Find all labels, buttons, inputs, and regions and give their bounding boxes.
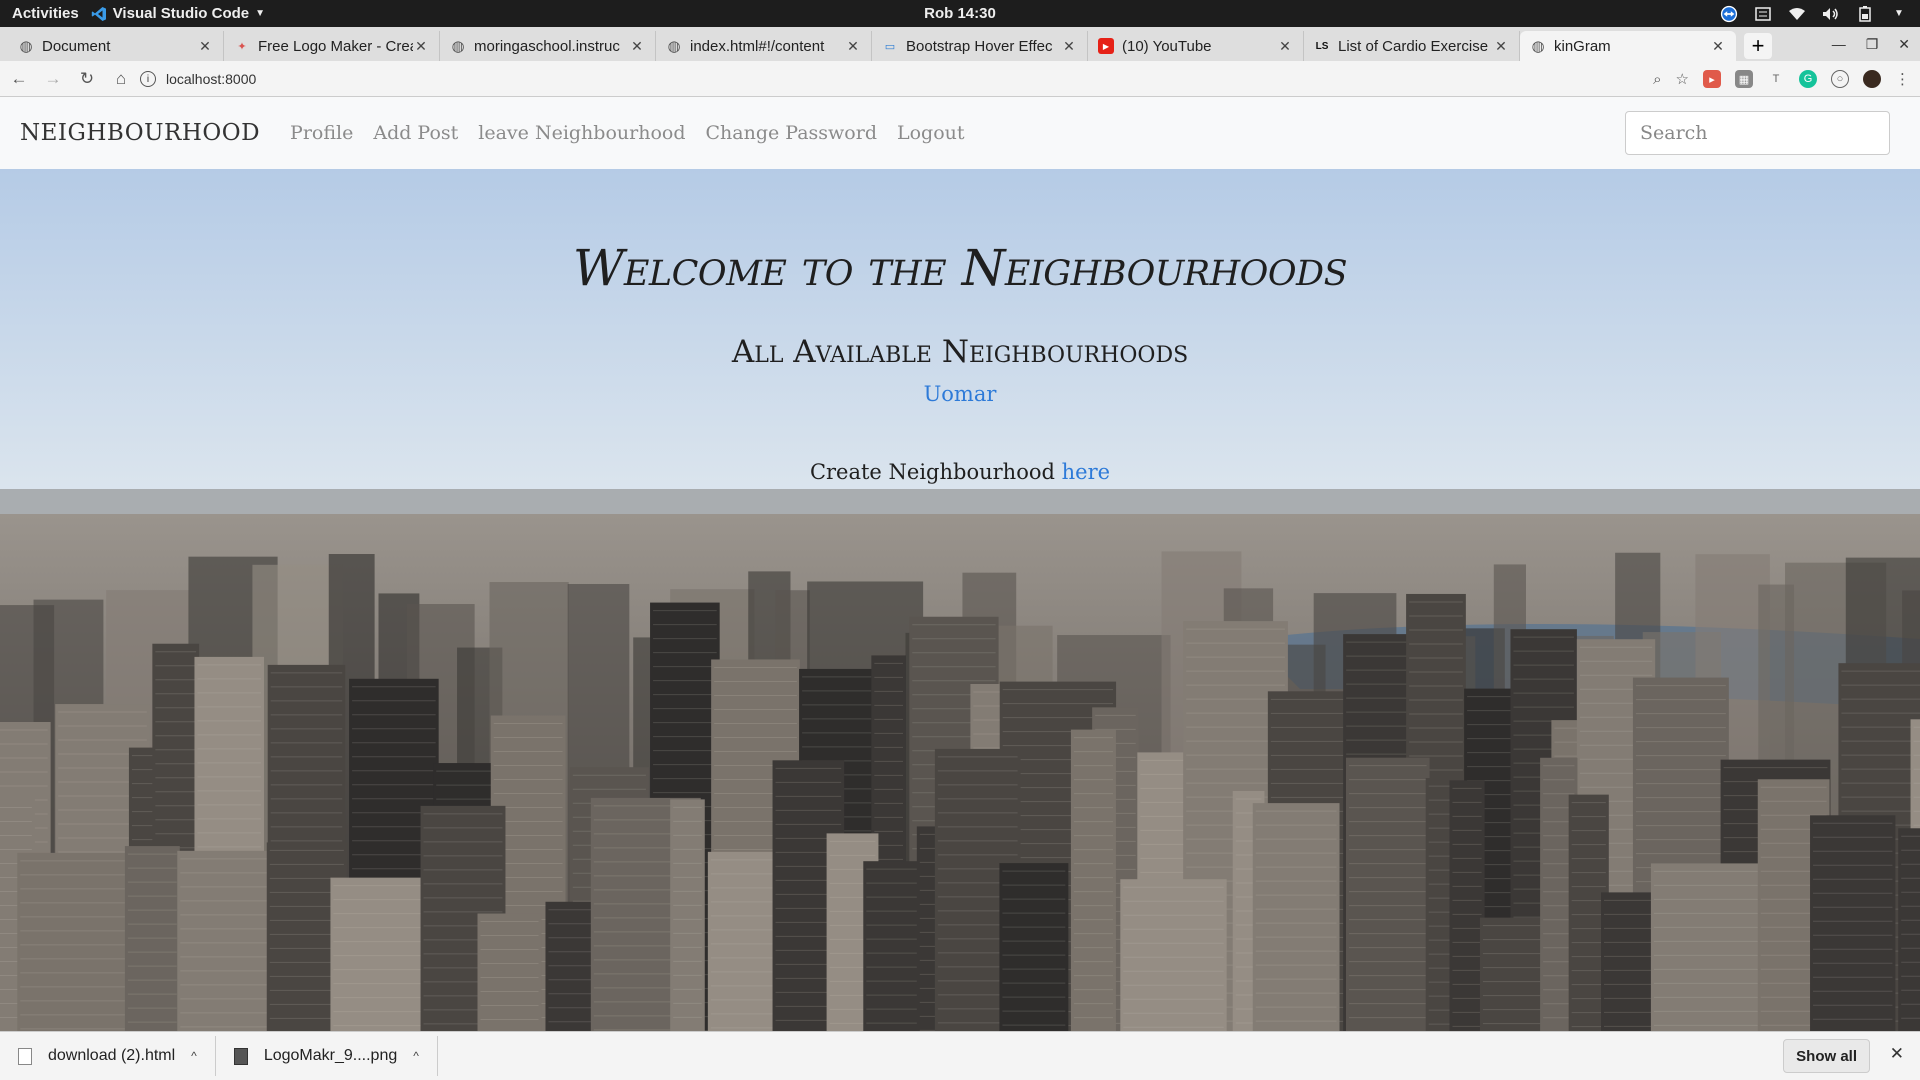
tab-title: kinGram xyxy=(1554,37,1611,55)
nav-link-profile[interactable]: Profile xyxy=(290,122,353,144)
browser-tab[interactable]: ◍ kinGram ✕ xyxy=(1520,31,1736,61)
extension-red-icon[interactable]: ▸ xyxy=(1703,70,1721,88)
app-menu[interactable]: Visual Studio Code ▼ xyxy=(91,5,265,22)
available-neighbourhoods-heading: All Available Neighbourhoods xyxy=(731,334,1189,370)
bootstrap-icon: ▭ xyxy=(884,40,896,53)
create-neighbourhood-label: Create Neighbourhood xyxy=(809,460,1055,484)
chevron-down-icon: ▼ xyxy=(255,8,266,19)
show-all-button[interactable]: Show all xyxy=(1783,1039,1870,1073)
reload-icon[interactable]: ↻ xyxy=(72,69,102,89)
new-tab-button[interactable]: + xyxy=(1744,33,1772,59)
back-icon[interactable]: ← xyxy=(4,69,34,89)
welcome-heading: Welcome to the Neighbourhoods xyxy=(572,239,1348,297)
menu-kebab-icon[interactable]: ⋮ xyxy=(1895,70,1910,88)
close-tab-icon[interactable]: ✕ xyxy=(845,38,861,55)
home-icon[interactable]: ⌂ xyxy=(106,69,136,89)
web-page: NEIGHBOURHOOD Profile Add Post leave Nei… xyxy=(0,97,1920,1031)
create-neighbourhood-link[interactable]: here xyxy=(1062,460,1110,484)
globe-icon: ◍ xyxy=(19,38,33,55)
browser-tab[interactable]: ▭ Bootstrap Hover Effec ✕ xyxy=(872,31,1088,61)
tab-title: List of Cardio Exercise xyxy=(1338,37,1489,55)
forward-icon[interactable]: → xyxy=(38,69,68,89)
zoom-icon[interactable]: ⌕ xyxy=(1653,71,1661,88)
site-brand[interactable]: NEIGHBOURHOOD xyxy=(20,120,260,146)
logo-maker-icon: ✦ xyxy=(237,40,247,53)
minimize-icon[interactable]: — xyxy=(1832,36,1846,52)
youtube-icon: ▶ xyxy=(1098,38,1114,54)
system-tray: ▼ xyxy=(1720,0,1908,27)
tab-title: Bootstrap Hover Effec xyxy=(906,37,1053,55)
nav-link-change-password[interactable]: Change Password xyxy=(706,122,878,144)
nav-link-logout[interactable]: Logout xyxy=(897,122,965,144)
close-tab-icon[interactable]: ✕ xyxy=(1710,38,1726,55)
neighbourhood-link[interactable]: Uomar xyxy=(0,382,1920,406)
tab-title: index.html#!/content xyxy=(690,37,825,55)
profile-avatar[interactable] xyxy=(1863,70,1881,88)
extension-gray-icon[interactable]: ▦ xyxy=(1735,70,1753,88)
browser-tab[interactable]: ◍ Document ✕ xyxy=(8,31,224,61)
browser-tab[interactable]: ◍ moringaschool.instruc ✕ xyxy=(440,31,656,61)
download-item-name: download (2).html xyxy=(48,1047,176,1064)
close-tab-icon[interactable]: ✕ xyxy=(629,38,645,55)
close-tab-icon[interactable]: ✕ xyxy=(1061,38,1077,55)
tab-title: Free Logo Maker - Crea xyxy=(258,37,413,55)
teamviewer-icon[interactable] xyxy=(1720,5,1738,22)
grammarly-icon[interactable]: G xyxy=(1799,70,1817,88)
close-tab-icon[interactable]: ✕ xyxy=(413,38,429,55)
close-window-icon[interactable]: ✕ xyxy=(1898,36,1910,53)
chevron-up-icon[interactable]: ^ xyxy=(191,1049,197,1063)
browser-tab[interactable]: ▶ (10) YouTube ✕ xyxy=(1088,31,1304,61)
toolbar-actions: ⌕ ☆ ▸ ▦ T G ○ ⋮ xyxy=(1653,70,1910,88)
download-item[interactable]: LogoMakr_9....png ^ xyxy=(216,1036,438,1076)
tab-title: moringaschool.instruc xyxy=(474,37,620,55)
create-neighbourhood-text: Create Neighbourhood here xyxy=(0,460,1920,484)
city-skyline-image xyxy=(0,169,1920,1031)
nav-link-add-post[interactable]: Add Post xyxy=(373,122,458,144)
globe-icon: ◍ xyxy=(667,38,681,55)
url-text[interactable]: localhost:8000 xyxy=(166,71,256,87)
chevron-down-icon[interactable]: ▼ xyxy=(1890,6,1908,22)
browser-toolbar: ← → ↻ ⌂ i localhost:8000 ⌕ ☆ ▸ ▦ T G ○ ⋮ xyxy=(0,61,1920,97)
close-tab-icon[interactable]: ✕ xyxy=(1277,38,1293,55)
bookmark-star-icon[interactable]: ☆ xyxy=(1676,70,1689,88)
tab-title: (10) YouTube xyxy=(1122,37,1212,55)
app-name-label: Visual Studio Code xyxy=(112,5,250,22)
system-top-bar: Activities Visual Studio Code ▼ Rob 14:3… xyxy=(0,0,1920,27)
battery-icon[interactable] xyxy=(1856,5,1874,22)
clock[interactable]: Rob 14:30 xyxy=(0,5,1920,22)
download-item[interactable]: download (2).html ^ xyxy=(0,1036,216,1076)
chevron-up-icon[interactable]: ^ xyxy=(413,1049,419,1063)
nav-link-leave-neighbourhood[interactable]: leave Neighbourhood xyxy=(478,122,685,144)
ls-icon: LS xyxy=(1315,40,1329,52)
close-shelf-icon[interactable]: ✕ xyxy=(1890,1044,1904,1064)
activities-button[interactable]: Activities xyxy=(0,5,91,22)
info-icon[interactable]: i xyxy=(140,71,156,87)
globe-icon: ◍ xyxy=(1531,38,1545,55)
extension-circle-icon[interactable]: ○ xyxy=(1831,70,1849,88)
notes-icon[interactable] xyxy=(1754,6,1772,22)
address-bar[interactable]: i localhost:8000 ⌕ ☆ ▸ ▦ T G ○ ⋮ xyxy=(140,65,1910,93)
restore-icon[interactable]: ❐ xyxy=(1866,36,1879,53)
image-file-icon xyxy=(233,1047,248,1065)
extension-t-icon[interactable]: T xyxy=(1767,70,1785,88)
vscode-icon xyxy=(91,6,106,21)
close-tab-icon[interactable]: ✕ xyxy=(197,38,213,55)
search-input[interactable] xyxy=(1625,111,1890,155)
browser-tab[interactable]: ✦ Free Logo Maker - Crea ✕ xyxy=(224,31,440,61)
volume-icon[interactable] xyxy=(1822,6,1840,22)
tab-strip: ◍ Document ✕ ✦ Free Logo Maker - Crea ✕ ◍ morin… xyxy=(0,27,1920,61)
html-file-icon xyxy=(18,1047,32,1065)
globe-icon: ◍ xyxy=(451,38,465,55)
browser-tab[interactable]: LS List of Cardio Exercise ✕ xyxy=(1304,31,1520,61)
close-tab-icon[interactable]: ✕ xyxy=(1493,38,1509,55)
download-shelf: download (2).html ^ LogoMakr_9....png ^ … xyxy=(0,1031,1920,1080)
download-item-name: LogoMakr_9....png xyxy=(263,1047,398,1064)
browser-tab[interactable]: ◍ index.html#!/content ✕ xyxy=(656,31,872,61)
wifi-icon[interactable] xyxy=(1788,6,1806,22)
site-navbar: NEIGHBOURHOOD Profile Add Post leave Nei… xyxy=(0,97,1920,169)
hero-section: Welcome to the Neighbourhoods All Availa… xyxy=(0,169,1920,1031)
tab-title: Document xyxy=(42,37,111,55)
window-controls: — ❐ ✕ xyxy=(1832,27,1910,61)
